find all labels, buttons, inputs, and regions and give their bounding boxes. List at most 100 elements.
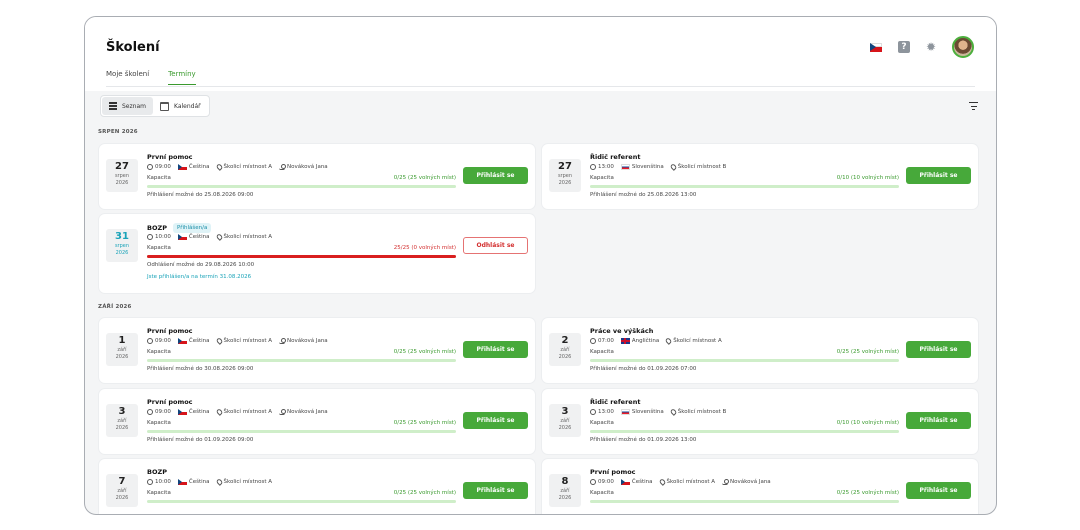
room-text: Školicí místnost A [673, 338, 722, 344]
session-meta: 09:00 Čeština Školicí místnost A Nováková J… [590, 478, 771, 486]
session-meta: 09:00 Čeština Školicí místnost A Nováková J… [147, 337, 328, 345]
cz-flag-icon [177, 479, 187, 485]
deadline-note: Odhlášení možné do 29.08.2026 10:00 [147, 262, 255, 268]
clock-icon [147, 479, 153, 485]
time-text: 09:00 [598, 479, 614, 485]
list-view-label: Seznam [122, 102, 146, 110]
room-text: Školicí místnost A [223, 234, 273, 240]
clock-icon [590, 164, 596, 170]
session-title-text: BOZP [147, 224, 167, 232]
app-window: Školení ? ✹ Moje školení Termíny Seznam … [84, 16, 997, 515]
session-card: 2 září 2026 Práce ve výškách 07:00 Angličtina… [542, 318, 978, 383]
page-title: Školení [106, 40, 160, 55]
register-button[interactable]: Přihlásit se [906, 167, 971, 184]
capacity-bar [590, 500, 899, 503]
session-title-text: BOZP [147, 468, 167, 476]
calendar-icon [159, 101, 169, 111]
room: Školicí místnost A [215, 478, 273, 486]
language: Slovenština [620, 164, 664, 170]
session-meta: 10:00 Čeština Školicí místnost A [147, 233, 273, 241]
time: 09:00 [147, 164, 171, 170]
capacity-bar [147, 430, 456, 433]
register-button[interactable]: Přihlásit se [463, 167, 528, 184]
capacity-value: 0/25 (25 volných míst) [393, 420, 456, 426]
tab-bar: Moje školení Termíny [106, 70, 196, 85]
section-label: SRPEN 2026 [98, 129, 138, 135]
help-icon[interactable]: ? [897, 41, 910, 53]
capacity-label: Kapacita [590, 420, 614, 426]
deadline-note: Přihlášení možné do 01.09.2026 07:00 [590, 366, 697, 372]
session-title-text: Řidič referent [590, 398, 641, 406]
trainer-text: Nováková Jana [287, 409, 328, 415]
capacity-bar [590, 185, 899, 188]
register-button[interactable]: Přihlásit se [906, 482, 971, 499]
room-text: Školicí místnost A [666, 479, 716, 485]
time-text: 07:00 [598, 338, 614, 344]
cz-flag-icon [177, 164, 187, 170]
room-text: Školicí místnost A [223, 338, 273, 344]
person-icon [279, 164, 286, 170]
capacity-value: 0/25 (25 volných míst) [393, 490, 456, 496]
date-month: září [560, 418, 570, 424]
section-label: ZÁŘÍ 2026 [98, 304, 132, 310]
capacity-value: 0/25 (25 volných míst) [393, 349, 456, 355]
date-box: 27 srpen 2026 [549, 159, 581, 192]
capacity-bar [147, 255, 456, 258]
page-header: Školení ? ✹ Moje školení Termíny [85, 17, 996, 91]
language: Čeština [620, 479, 653, 485]
cz-flag-icon [177, 338, 187, 344]
register-button[interactable]: Přihlásit se [906, 341, 971, 358]
session-title: První pomoc [590, 468, 636, 476]
avatar[interactable] [952, 36, 974, 58]
location-pin-icon [669, 163, 678, 171]
session-title: První pomoc [147, 327, 193, 335]
language: Čeština [177, 338, 210, 344]
tab-moje-skoleni[interactable]: Moje školení [106, 70, 149, 85]
date-month: září [117, 488, 127, 494]
filter-icon[interactable] [969, 102, 978, 110]
session-card: 7 září 2026 BOZP 10:00 Čeština Školicí místnos… [99, 459, 535, 514]
cz-flag-icon[interactable] [869, 42, 882, 52]
room: Školicí místnost A [664, 337, 722, 345]
room: Školicí místnost A [215, 233, 273, 241]
language-text: Čeština [188, 409, 210, 415]
list-icon [109, 102, 117, 110]
top-icons: ? ✹ [869, 36, 974, 58]
view-toggle: Seznam Kalendář [100, 95, 210, 117]
date-month: srpen [114, 173, 130, 179]
room-text: Školicí místnost B [677, 164, 727, 170]
register-button[interactable]: Přihlásit se [463, 482, 528, 499]
date-year: 2026 [558, 495, 572, 501]
language-text: Angličtina [631, 338, 660, 344]
capacity-label: Kapacita [590, 349, 614, 355]
date-month: září [560, 488, 570, 494]
list-view-button[interactable]: Seznam [102, 97, 153, 115]
date-day: 31 [115, 231, 129, 242]
register-button[interactable]: Přihlásit se [906, 412, 971, 429]
time: 07:00 [590, 338, 614, 344]
date-month: září [560, 347, 570, 353]
person-icon [279, 338, 286, 344]
calendar-view-label: Kalendář [173, 102, 201, 110]
tab-terminy[interactable]: Termíny [168, 70, 196, 85]
trainer: Nováková Jana [279, 409, 328, 415]
session-title-text: První pomoc [147, 327, 193, 335]
room: Školicí místnost A [215, 163, 272, 171]
session-title-text: Řidič referent [590, 153, 641, 161]
deadline-note: Přihlášení možné do 25.08.2026 13:00 [590, 192, 697, 198]
room: Školicí místnost A [658, 478, 716, 486]
register-button[interactable]: Přihlásit se [463, 412, 528, 429]
gear-icon[interactable]: ✹ [926, 41, 936, 53]
trainer-text: Nováková Jana [287, 338, 328, 344]
capacity-bar-fill [147, 255, 456, 258]
clock-icon [590, 409, 596, 415]
room-text: Školicí místnost A [223, 479, 273, 485]
session-title-text: První pomoc [590, 468, 636, 476]
date-year: 2026 [115, 495, 129, 501]
clock-icon [590, 338, 596, 344]
room-text: Školicí místnost A [223, 409, 273, 415]
calendar-view-button[interactable]: Kalendář [153, 97, 208, 115]
session-title: První pomoc [147, 398, 193, 406]
register-button[interactable]: Přihlásit se [463, 341, 528, 358]
unregister-button[interactable]: Odhlásit se [463, 237, 528, 254]
